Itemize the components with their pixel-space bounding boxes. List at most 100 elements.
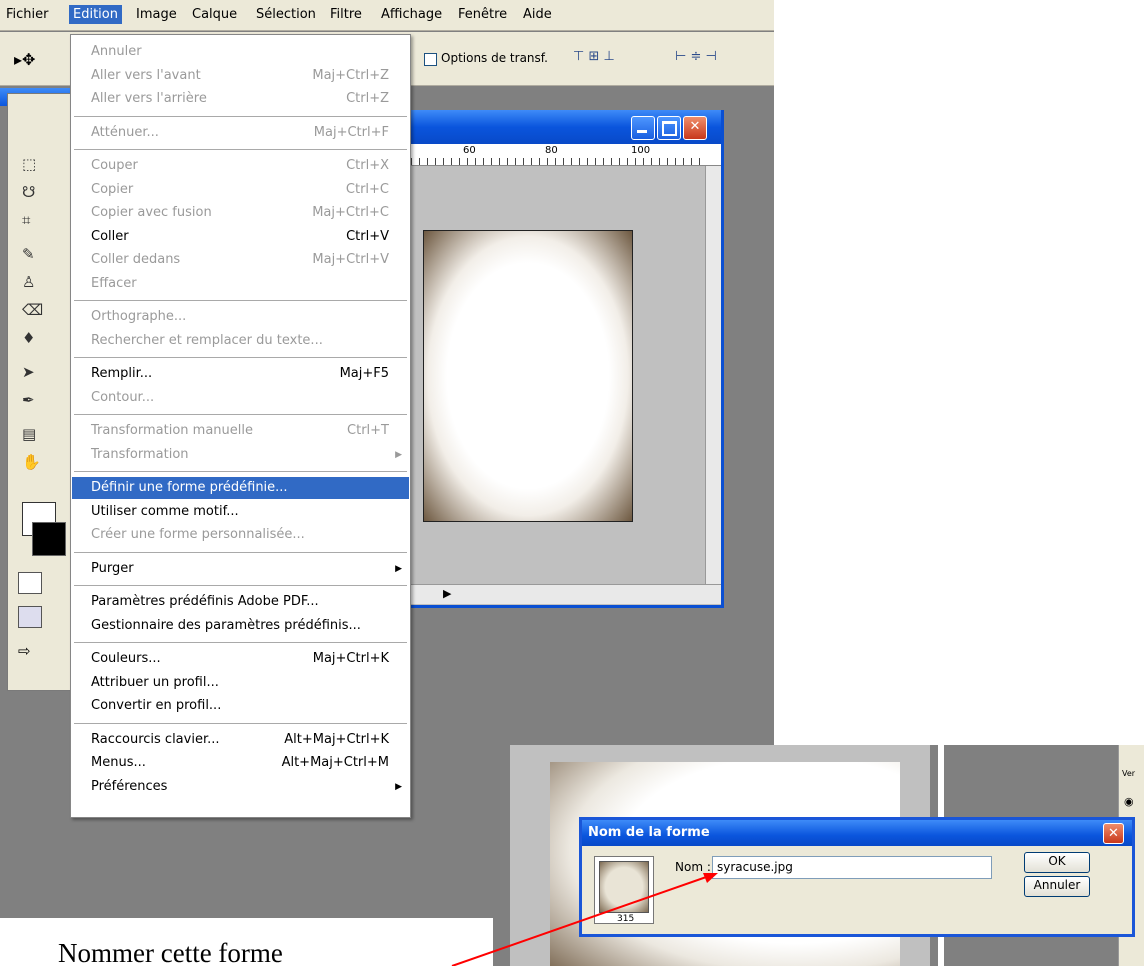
path-selection-icon[interactable]: ➤ bbox=[22, 362, 42, 382]
menu-item-label: Préférences bbox=[91, 778, 168, 794]
menu-aide[interactable]: Aide bbox=[523, 7, 552, 22]
eraser-tool-icon[interactable]: ⌫ bbox=[22, 300, 43, 320]
hand-tool-icon[interactable]: ✋ bbox=[22, 452, 42, 472]
menu-item: Transformation ▶ bbox=[72, 444, 409, 466]
blur-tool-icon[interactable]: ♦ bbox=[22, 328, 42, 348]
menu-bar: Fichier Edition Image Calque Sélection F… bbox=[0, 0, 774, 31]
submenu-arrow-icon: ▶ bbox=[395, 563, 402, 574]
annotation-caption: Nommer cette forme bbox=[58, 938, 283, 968]
menu-item-label: Purger bbox=[91, 560, 134, 576]
menu-item: Aller vers l'arrière Ctrl+Z bbox=[72, 88, 409, 110]
menu-item[interactable]: Coller Ctrl+V bbox=[72, 226, 409, 248]
toolbox: ⬚ ☋ ⌗ ✎ ♙ ⌫ ♦ ➤ ✒ ▤ ✋ ⇨ bbox=[7, 93, 77, 691]
submenu-arrow-icon: ▶ bbox=[395, 449, 402, 460]
dialog-title: Nom de la forme bbox=[588, 825, 710, 840]
shape-preview-image bbox=[599, 861, 649, 913]
name-label: Nom : bbox=[675, 860, 711, 874]
lasso-tool-icon[interactable]: ☋ bbox=[22, 182, 42, 202]
menu-item[interactable]: Préférences ▶ bbox=[72, 776, 409, 798]
menu-item-label: Remplir... bbox=[91, 366, 153, 381]
menu-item[interactable]: Gestionnaire des paramètres prédéfinis..… bbox=[72, 615, 409, 637]
menu-item-label: Couper bbox=[91, 158, 138, 173]
menu-item[interactable]: Définir une forme prédéfinie... bbox=[72, 477, 409, 499]
transform-options-checkbox[interactable] bbox=[424, 53, 437, 66]
menu-item-shortcut: Maj+Ctrl+K bbox=[312, 651, 389, 666]
move-tool-icon[interactable]: ▸✥ bbox=[14, 50, 44, 72]
document-titlebar: ✕ bbox=[403, 110, 721, 144]
menu-edition[interactable]: Edition bbox=[69, 5, 122, 24]
menu-item-label: Copier avec fusion bbox=[91, 205, 212, 220]
menu-item-label: Coller bbox=[91, 228, 129, 244]
menu-item[interactable]: Couleurs... Maj+Ctrl+K bbox=[72, 648, 409, 670]
menu-item: Copier avec fusion Maj+Ctrl+C bbox=[72, 202, 409, 224]
menu-item-label: Aller vers l'avant bbox=[91, 67, 201, 83]
menu-item-shortcut: Maj+F5 bbox=[339, 366, 389, 381]
menu-image[interactable]: Image bbox=[136, 7, 177, 22]
notes-tool-icon[interactable]: ▤ bbox=[22, 424, 42, 444]
standard-mode-button[interactable] bbox=[18, 572, 42, 594]
crop-tool-icon[interactable]: ⌗ bbox=[22, 210, 42, 230]
eye-icon[interactable]: ◉ bbox=[1124, 795, 1134, 808]
menu-fenetre[interactable]: Fenêtre bbox=[458, 7, 507, 22]
maximize-button[interactable] bbox=[657, 116, 681, 140]
menu-item-label: Copier bbox=[91, 181, 134, 197]
menu-item: Orthographe... bbox=[72, 306, 409, 328]
menu-separator bbox=[74, 300, 407, 301]
panel-label: Ver bbox=[1122, 769, 1136, 778]
menu-item-label: Transformation manuelle bbox=[91, 423, 253, 438]
ok-button[interactable]: OK bbox=[1024, 852, 1090, 873]
vertical-scrollbar[interactable] bbox=[705, 166, 721, 584]
close-button[interactable]: ✕ bbox=[683, 116, 707, 140]
menu-item: Créer une forme personnalisée... bbox=[72, 524, 409, 546]
menu-item[interactable]: Raccourcis clavier... Alt+Maj+Ctrl+K bbox=[72, 729, 409, 751]
menu-filtre[interactable]: Filtre bbox=[330, 7, 362, 22]
screen-mode-button[interactable] bbox=[18, 606, 42, 628]
menu-item[interactable]: Menus... Alt+Maj+Ctrl+M bbox=[72, 752, 409, 774]
menu-separator bbox=[74, 585, 407, 586]
align-icons[interactable]: ⊤ ⊞ ⊥ bbox=[573, 49, 663, 69]
submenu-arrow-icon: ▶ bbox=[395, 781, 402, 792]
pen-tool-icon[interactable]: ✒ bbox=[22, 390, 42, 410]
menu-item[interactable]: Utiliser comme motif... bbox=[72, 501, 409, 523]
menu-separator bbox=[74, 722, 407, 724]
menu-separator bbox=[74, 642, 407, 643]
scroll-right-arrow-icon[interactable]: ▶ bbox=[443, 587, 451, 600]
menu-affichage[interactable]: Affichage bbox=[381, 7, 442, 22]
menu-item-shortcut: Alt+Maj+Ctrl+K bbox=[284, 731, 389, 747]
horizontal-scrollbar[interactable]: ▶ bbox=[403, 584, 721, 604]
menu-item-label: Rechercher et remplacer du texte... bbox=[91, 332, 323, 348]
distribute-icons[interactable]: ⊢ ≑ ⊣ bbox=[675, 49, 755, 69]
menu-item[interactable]: Purger ▶ bbox=[72, 558, 409, 580]
minimize-button[interactable] bbox=[631, 116, 655, 140]
menu-item-label: Menus... bbox=[91, 755, 146, 770]
menu-fichier[interactable]: Fichier bbox=[6, 7, 49, 22]
menu-item[interactable]: Remplir... Maj+F5 bbox=[72, 363, 409, 385]
menu-item[interactable]: Paramètres prédéfinis Adobe PDF... bbox=[72, 591, 409, 613]
menu-item-shortcut: Maj+Ctrl+V bbox=[312, 252, 389, 267]
menu-item[interactable]: Attribuer un profil... bbox=[72, 672, 409, 694]
menu-item-label: Utiliser comme motif... bbox=[91, 503, 239, 519]
document-window: ✕ 60 80 100 ▶ bbox=[400, 110, 724, 608]
menu-item-shortcut: Maj+Ctrl+F bbox=[313, 124, 389, 140]
stamp-tool-icon[interactable]: ♙ bbox=[22, 272, 42, 292]
menu-item-label: Orthographe... bbox=[91, 309, 187, 324]
healing-brush-icon[interactable]: ✎ bbox=[22, 244, 42, 264]
menu-item-label: Raccourcis clavier... bbox=[91, 731, 220, 747]
menu-item-label: Paramètres prédéfinis Adobe PDF... bbox=[91, 594, 319, 609]
menu-item: Annuler bbox=[72, 41, 409, 63]
cancel-button[interactable]: Annuler bbox=[1024, 876, 1090, 897]
menu-separator bbox=[74, 149, 407, 150]
shape-name-input[interactable]: syracuse.jpg bbox=[712, 856, 992, 879]
foreground-color-swatch[interactable] bbox=[32, 522, 66, 556]
menu-separator bbox=[74, 357, 407, 358]
menu-item-label: Atténuer... bbox=[91, 124, 159, 140]
dialog-titlebar: Nom de la forme ✕ bbox=[582, 820, 1132, 846]
menu-calque[interactable]: Calque bbox=[192, 7, 237, 22]
maximize-icon bbox=[662, 121, 677, 136]
menu-selection[interactable]: Sélection bbox=[256, 7, 316, 22]
jump-to-imageready-icon[interactable]: ⇨ bbox=[18, 642, 58, 664]
marquee-tool-icon[interactable]: ⬚ bbox=[22, 154, 42, 174]
menu-item[interactable]: Convertir en profil... bbox=[72, 695, 409, 717]
dialog-close-button[interactable]: ✕ bbox=[1103, 823, 1124, 844]
menu-item-label: Coller dedans bbox=[91, 252, 181, 267]
